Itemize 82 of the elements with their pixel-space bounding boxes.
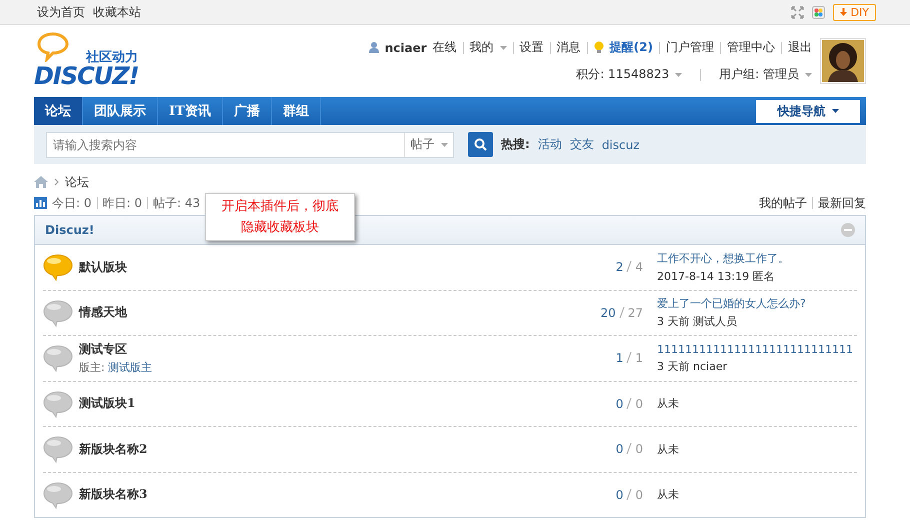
post-count: 27 [628, 306, 643, 320]
credits-text[interactable]: 积分: 11548823 [576, 66, 670, 83]
hot-search-label: 热搜: [501, 136, 530, 153]
logo-bubble-icon [37, 32, 69, 62]
hot-search-link[interactable]: 交友 [570, 136, 594, 153]
top-link[interactable]: 设为首页 [37, 4, 85, 20]
post-count: 0 [635, 396, 643, 411]
thread-count: 0 [616, 488, 624, 502]
thread-count: 0 [616, 396, 624, 411]
category-title[interactable]: Discuz! [45, 223, 94, 237]
last-post-meta: 2017-8-14 13:19 匿名 [657, 268, 776, 284]
admin-link[interactable]: 门户管理 [666, 39, 714, 56]
forum-name-link[interactable]: 新版块名称3 [79, 486, 543, 504]
moderator-text: 版主: 测试版主 [79, 360, 154, 376]
search-type-dropdown[interactable]: 帖子 [404, 132, 453, 156]
username-link[interactable]: nciaer [384, 40, 427, 54]
thread-count: 2 [616, 260, 624, 274]
nav-tab[interactable]: 论坛 [34, 97, 83, 125]
slash-divider [625, 398, 634, 409]
stat-text: 昨日: 0 [102, 194, 142, 212]
chart-icon [34, 197, 47, 209]
stat-link[interactable]: 我的帖子 [759, 194, 807, 212]
caret-icon[interactable] [500, 46, 507, 50]
user-menu-link[interactable]: 我的 [470, 39, 494, 56]
annotation-note: 开启本插件后，彻底隐藏收藏板块 [205, 193, 355, 241]
stat-text: 今日: 0 [52, 194, 92, 212]
slash-divider [625, 488, 634, 500]
stat-link[interactable]: 最新回复 [818, 194, 866, 212]
forum-name-link[interactable]: 新版块名称2 [79, 440, 543, 458]
chevron-icon [54, 178, 59, 186]
last-post-meta: 3 天前 测试人员 [657, 314, 738, 330]
thread-count: 20 [600, 306, 616, 320]
user-menu-link[interactable]: 消息 [556, 39, 581, 56]
online-status: 在线 [432, 39, 457, 56]
post-count: 0 [635, 488, 643, 502]
quick-nav-button[interactable]: 快捷导航 [756, 100, 860, 122]
admin-link[interactable]: 退出 [788, 39, 812, 56]
post-count: 4 [635, 260, 643, 274]
slash-divider [625, 261, 634, 272]
slash-divider [625, 443, 634, 454]
hot-search-link[interactable]: discuz [602, 138, 640, 152]
slash-divider [625, 352, 634, 364]
moderator-link[interactable]: 测试版主 [108, 361, 152, 374]
top-link[interactable]: 收藏本站 [93, 4, 141, 20]
collapse-icon[interactable] [841, 223, 855, 237]
lightbulb-icon [594, 41, 604, 54]
admin-link[interactable]: 管理中心 [727, 39, 775, 56]
last-post-meta: 3 天前 nciaer [657, 358, 728, 374]
last-post-text: 从未 [657, 396, 680, 412]
post-count: 0 [635, 442, 643, 456]
user-icon [368, 42, 379, 53]
forum-name-link[interactable]: 情感天地 [79, 304, 543, 322]
post-count: 1 [635, 351, 643, 366]
thread-count: 1 [616, 351, 624, 366]
avatar[interactable] [820, 38, 866, 84]
remind-link[interactable]: 提醒(2) [610, 39, 653, 56]
last-post-link[interactable]: 工作不开心，想换工作了。 [657, 250, 857, 266]
last-post-text: 从未 [657, 442, 680, 457]
hot-search-link[interactable]: 活动 [538, 136, 562, 153]
thread-count: 0 [616, 442, 624, 456]
search-icon [474, 138, 487, 151]
last-post-text: 从未 [657, 487, 680, 502]
caret-icon [675, 72, 682, 76]
usergroup-text[interactable]: 用户组: 管理员 [719, 66, 799, 83]
caret-icon [832, 109, 838, 113]
caret-icon [805, 72, 812, 76]
breadcrumb-link[interactable]: 论坛 [65, 174, 89, 190]
fullscreen-icon[interactable] [791, 6, 804, 18]
home-icon[interactable] [34, 176, 48, 188]
forum-name-link[interactable]: 测试版块1 [79, 395, 543, 412]
download-arrow-icon [840, 8, 848, 16]
user-menu-link[interactable]: 设置 [520, 39, 544, 56]
stat-text: 帖子: 43 [153, 194, 200, 212]
last-post-link[interactable]: 1111111111111111111111111111 [657, 342, 857, 356]
slash-divider [618, 306, 626, 318]
search-field[interactable]: 请输入搜索内容 帖子 [46, 132, 454, 158]
caret-icon [440, 142, 448, 146]
forum-name-link[interactable]: 默认版块 [79, 258, 543, 276]
search-button[interactable] [468, 132, 493, 157]
last-post-link[interactable]: 爱上了一个已婚的女人怎么办? [657, 296, 857, 312]
palette-icon[interactable] [812, 6, 826, 18]
forum-name-link[interactable]: 测试专区 [79, 341, 543, 358]
